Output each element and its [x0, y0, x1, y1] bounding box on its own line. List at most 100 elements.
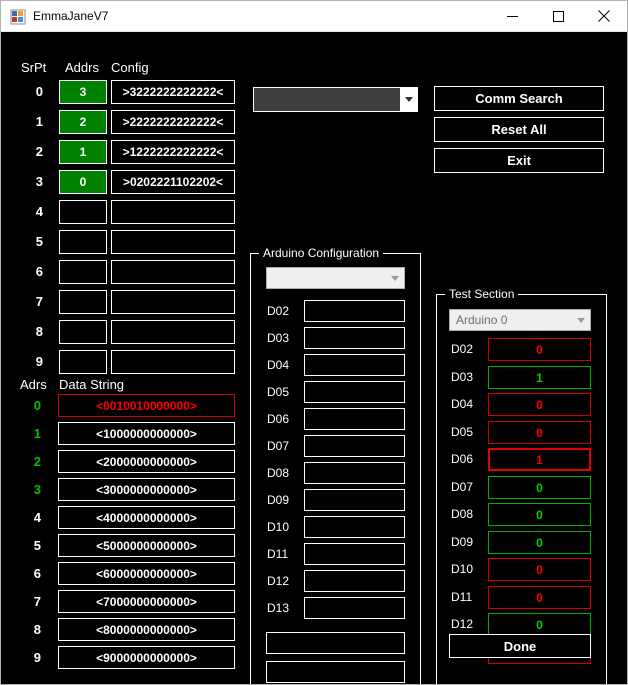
arduino-pin-label: D02: [267, 304, 290, 318]
serial-config-field[interactable]: [111, 350, 235, 374]
data-string-field[interactable]: <3000000000000>: [58, 478, 235, 501]
chevron-down-icon[interactable]: [386, 275, 404, 281]
test-pin-field[interactable]: 0: [488, 558, 591, 581]
arduino-pin-field[interactable]: [304, 597, 405, 619]
comm-search-button[interactable]: Comm Search: [434, 86, 604, 111]
arduino-pin-field[interactable]: [304, 300, 405, 322]
arduino-pin-field[interactable]: [304, 435, 405, 457]
serial-config-field[interactable]: >3222222222222<: [111, 80, 235, 104]
serial-addr-field[interactable]: 2: [59, 110, 107, 134]
serial-row-index: 7: [35, 294, 43, 309]
arduino-pin-field[interactable]: [304, 462, 405, 484]
close-button[interactable]: [581, 1, 627, 31]
test-pin-label: D10: [451, 562, 474, 576]
column-header-adrs: Adrs: [20, 377, 47, 392]
serial-config-field[interactable]: [111, 320, 235, 344]
data-row-index: 8: [33, 622, 41, 637]
exit-button[interactable]: Exit: [434, 148, 604, 173]
arduino-pin-label: D13: [267, 601, 290, 615]
serial-row-index: 1: [35, 114, 43, 129]
arduino-pin-field[interactable]: [304, 489, 405, 511]
serial-row-index: 4: [35, 204, 43, 219]
arduino-extra-field[interactable]: [266, 632, 405, 654]
serial-addr-field[interactable]: [59, 200, 107, 224]
serial-config-field[interactable]: [111, 260, 235, 284]
arduino-pin-field[interactable]: [304, 570, 405, 592]
data-row-index: 6: [33, 566, 41, 581]
arduino-configuration-title: Arduino Configuration: [259, 246, 384, 260]
serial-config-field[interactable]: [111, 200, 235, 224]
serial-row-index: 8: [35, 324, 43, 339]
test-pin-field[interactable]: 1: [488, 448, 591, 471]
test-pin-field[interactable]: 1: [488, 366, 591, 389]
maximize-button[interactable]: [535, 1, 581, 31]
data-string-field[interactable]: <6000000000000>: [58, 562, 235, 585]
data-string-field[interactable]: <8000000000000>: [58, 618, 235, 641]
test-pin-field[interactable]: 0: [488, 586, 591, 609]
serial-config-field[interactable]: [111, 230, 235, 254]
serial-config-field[interactable]: >0202221102202<: [111, 170, 235, 194]
serial-addr-field[interactable]: [59, 260, 107, 284]
test-pin-field[interactable]: 0: [488, 393, 591, 416]
test-pin-label: D09: [451, 535, 474, 549]
arduino-pin-field[interactable]: [304, 543, 405, 565]
test-pin-field[interactable]: 0: [488, 613, 591, 636]
test-pin-field[interactable]: 0: [488, 503, 591, 526]
arduino-pin-field[interactable]: [304, 381, 405, 403]
column-header-srpt: SrPt: [21, 60, 47, 75]
test-pin-label: D07: [451, 480, 474, 494]
chevron-down-icon[interactable]: [400, 88, 417, 111]
serial-row-index: 6: [35, 264, 43, 279]
test-section-select[interactable]: Arduino 0: [449, 309, 591, 331]
done-button[interactable]: Done: [449, 634, 591, 658]
arduino-pin-field[interactable]: [304, 354, 405, 376]
minimize-button[interactable]: [489, 1, 535, 31]
port-select[interactable]: [253, 87, 418, 112]
close-icon: [598, 10, 610, 22]
test-pin-field[interactable]: 0: [488, 421, 591, 444]
test-pin-label: D02: [451, 342, 474, 356]
serial-addr-field[interactable]: [59, 230, 107, 254]
serial-config-field[interactable]: >1222222222222<: [111, 140, 235, 164]
arduino-configuration-select[interactable]: [266, 267, 405, 289]
arduino-pin-field[interactable]: [304, 516, 405, 538]
serial-addr-field[interactable]: [59, 290, 107, 314]
data-string-field[interactable]: <5000000000000>: [58, 534, 235, 557]
serial-addr-field[interactable]: [59, 350, 107, 374]
window-title: EmmaJaneV7: [33, 9, 109, 23]
app-window: EmmaJaneV7 SrPt Addrs Config 0 3 >32222222…: [0, 0, 628, 685]
serial-config-field[interactable]: >2222222222222<: [111, 110, 235, 134]
arduino-pin-field[interactable]: [304, 327, 405, 349]
data-string-field[interactable]: <4000000000000>: [58, 506, 235, 529]
serial-addr-field[interactable]: 1: [59, 140, 107, 164]
test-pin-label: D06: [451, 452, 474, 466]
arduino-pin-field[interactable]: [304, 408, 405, 430]
test-pin-field[interactable]: 0: [488, 338, 591, 361]
serial-row-index: 2: [35, 144, 43, 159]
client-area: SrPt Addrs Config 0 3 >3222222222222< 1 2 >22…: [1, 32, 627, 684]
serial-addr-field[interactable]: 0: [59, 170, 107, 194]
serial-row-index: 3: [35, 174, 43, 189]
maximize-icon: [552, 10, 564, 22]
data-string-field[interactable]: <2000000000000>: [58, 450, 235, 473]
serial-addr-field[interactable]: 3: [59, 80, 107, 104]
serial-config-field[interactable]: [111, 290, 235, 314]
serial-addr-field[interactable]: [59, 320, 107, 344]
test-pin-label: D12: [451, 617, 474, 631]
arduino-pin-label: D09: [267, 493, 290, 507]
arduino-pin-label: D08: [267, 466, 290, 480]
arduino-pin-label: D06: [267, 412, 290, 426]
arduino-pin-label: D11: [267, 547, 289, 561]
data-string-field[interactable]: <0010010000000>: [58, 394, 235, 417]
reset-all-button[interactable]: Reset All: [434, 117, 604, 142]
arduino-extra-field[interactable]: [266, 661, 405, 683]
chevron-down-icon[interactable]: [572, 317, 590, 323]
test-pin-field[interactable]: 0: [488, 531, 591, 554]
data-string-field[interactable]: <1000000000000>: [58, 422, 235, 445]
test-section-select-value: Arduino 0: [456, 313, 508, 327]
data-row-index: 9: [33, 650, 41, 665]
data-row-index: 0: [33, 398, 41, 413]
test-pin-field[interactable]: 0: [488, 476, 591, 499]
data-string-field[interactable]: <7000000000000>: [58, 590, 235, 613]
data-string-field[interactable]: <9000000000000>: [58, 646, 235, 669]
